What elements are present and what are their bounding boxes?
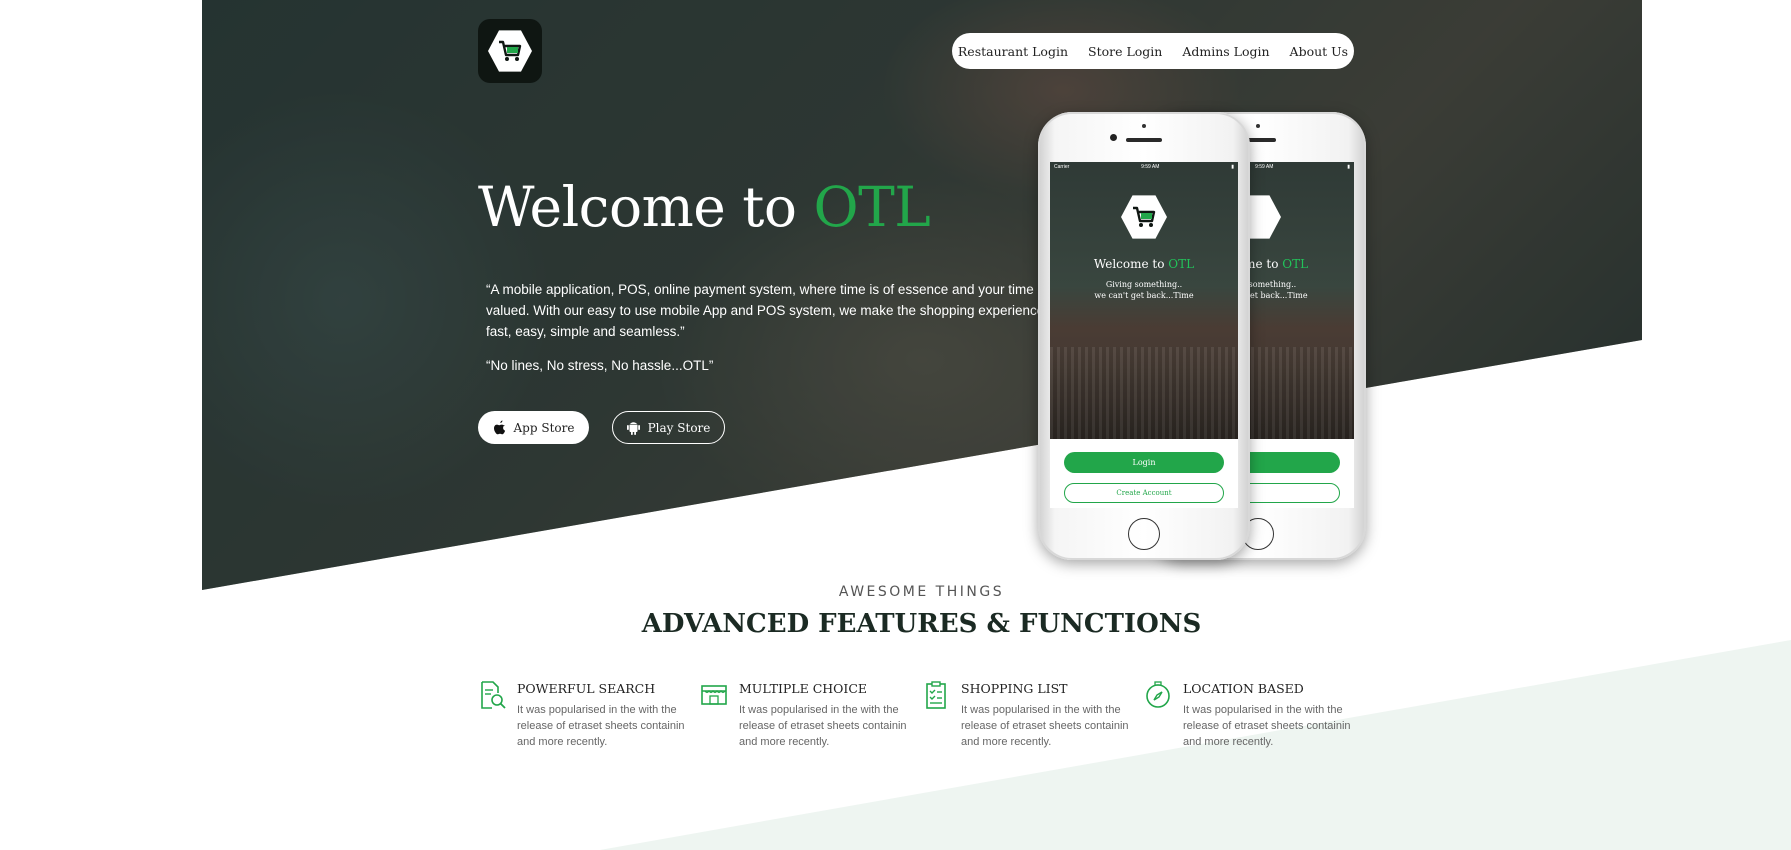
hero-description: “A mobile application, POS, online payme… <box>486 282 1048 339</box>
feature-title: LOCATION BASED <box>1183 681 1304 696</box>
play-store-button[interactable]: Play Store <box>612 411 725 444</box>
phone-carrier: Carrier <box>1054 164 1070 170</box>
feature-title: SHOPPING LIST <box>961 681 1068 696</box>
brand-logo[interactable] <box>478 19 542 83</box>
apple-icon <box>493 420 505 435</box>
feature-item: MULTIPLE CHOICE It was popularised in th… <box>700 678 907 753</box>
feature-text: It was popularised in the with the relea… <box>961 704 1129 748</box>
nav-about-us[interactable]: About Us <box>1290 44 1349 59</box>
feature-text: It was popularised in the with the relea… <box>517 704 685 748</box>
headline-accent: OTL <box>813 175 931 239</box>
android-icon <box>626 422 640 435</box>
nav-admins-login[interactable]: Admins Login <box>1182 44 1269 59</box>
feature-text: It was popularised in the with the relea… <box>1183 704 1351 748</box>
section-kicker: AWESOME THINGS <box>838 584 1005 600</box>
feature-title: POWERFUL SEARCH <box>517 681 656 696</box>
nav-store-login[interactable]: Store Login <box>1088 44 1162 59</box>
play-store-label: Play Store <box>647 420 711 435</box>
document-search-icon <box>481 681 506 709</box>
storefront-icon <box>701 685 727 705</box>
shopping-cart-icon <box>499 40 522 61</box>
section-title: ADVANCED FEATURES & FUNCTIONS <box>641 609 1202 639</box>
phone-front-screen: Carrier 9:59 AM ▮ Welcome to OTL Giving … <box>1050 162 1238 508</box>
phone-mockup-front: Carrier 9:59 AM ▮ Welcome to OTL Giving … <box>1038 112 1250 560</box>
phone-login-button: Login <box>1064 452 1224 473</box>
phone-mall-image <box>1050 347 1238 439</box>
hero-motto: “No lines, No stress, No hassle...OTL” <box>486 358 714 373</box>
compass-icon <box>1146 681 1170 708</box>
shopping-cart-icon <box>1133 206 1156 227</box>
app-store-button[interactable]: App Store <box>478 411 589 444</box>
phone-welcome-title: Welcome to OTL <box>1093 257 1195 271</box>
feature-item: POWERFUL SEARCH It was popularised in th… <box>478 678 685 753</box>
battery-icon: ▮ <box>1231 164 1234 170</box>
headline-prefix: Welcome to <box>478 175 814 239</box>
phone-status-bar: Carrier 9:59 AM ▮ <box>1050 162 1238 172</box>
feature-item: LOCATION BASED It was popularised in the… <box>1144 678 1351 753</box>
hero-headline: Welcome to OTL <box>478 175 931 239</box>
phone-logo <box>1121 195 1167 239</box>
phone-home-button <box>1128 518 1160 550</box>
feature-title: MULTIPLE CHOICE <box>739 681 868 696</box>
nav-restaurant-login[interactable]: Restaurant Login <box>958 44 1068 59</box>
feature-text: It was popularised in the with the relea… <box>739 704 907 748</box>
phone-time: 9:59 AM <box>1141 164 1160 170</box>
phone-subtitle: Giving something.. we can't get back...T… <box>1094 280 1194 300</box>
phone-create-account-button: Create Account <box>1064 483 1224 503</box>
feature-item: SHOPPING LIST It was popularised in the … <box>922 678 1129 753</box>
app-store-label: App Store <box>513 420 575 435</box>
top-nav: Restaurant Login Store Login Admins Logi… <box>952 33 1354 69</box>
clipboard-list-icon <box>926 681 946 709</box>
